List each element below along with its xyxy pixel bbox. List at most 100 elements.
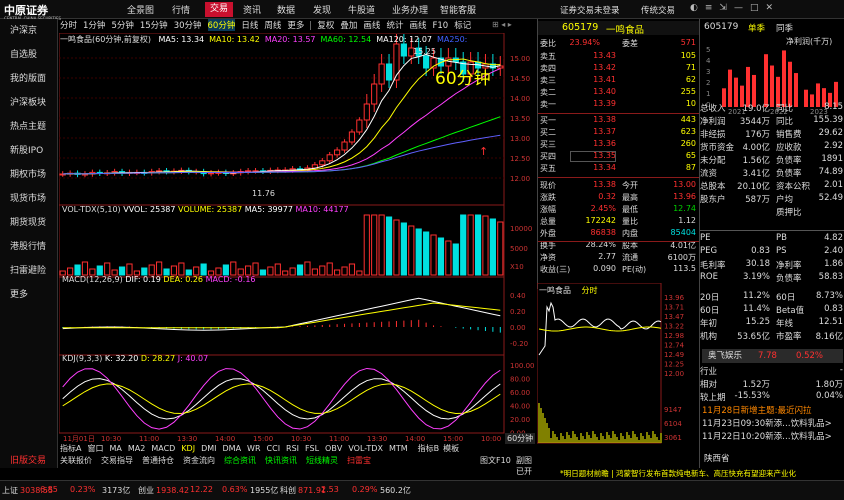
toolbar-item-4[interactable]: 30分钟 [174,19,202,31]
bottom-right-1[interactable]: 副图已开 [516,455,535,477]
index-stat-3[interactable]: 3173亿 [102,485,130,496]
menu-7[interactable]: 业务办理 [392,3,428,16]
menu-3[interactable]: 资讯 [243,3,261,16]
scale-icon[interactable]: ⇲ [719,3,734,13]
indicator-tab-1[interactable]: 窗口 [87,444,103,453]
sidebar-item-11[interactable]: 更多 [0,283,58,307]
index-stat-9[interactable]: 2.53 [321,485,339,494]
sidebar-item-6[interactable]: 期权市场 [0,163,58,187]
toolbar-item-0[interactable]: 分时 [60,19,77,31]
bottom-link-6[interactable]: 短线精灵 [306,456,338,465]
sidebar-item-8[interactable]: 期货现货 [0,211,58,235]
toolbar-item-6[interactable]: 日线 [241,19,258,31]
toolbar-item-14[interactable]: F10 [432,21,448,31]
bottom-link-3[interactable]: 资金流向 [183,456,215,465]
indicator-tab-14[interactable]: MTM [389,444,408,453]
index-stat-7[interactable]: 1955亿 [250,485,278,496]
rank-row: 相对 1.52万 1.80万 [700,378,844,391]
sidebar-item-12[interactable]: 旧版交易 [0,449,58,473]
indicator-tab-right-0[interactable]: 指标B [418,444,440,453]
index-stat-5[interactable]: 12.22 [190,485,213,494]
intraday-mini-chart[interactable]: 13.96 13.7113.47 13.2212.98 12.7412.49 12.25… [537,283,699,445]
valuation-row-value-2: 1.86 [824,259,843,269]
sidebar-item-5[interactable]: 新股IPO [0,139,58,163]
sidebar-item-2[interactable]: 我的版面 [0,67,58,91]
toolbar-item-12[interactable]: 统计 [386,19,403,31]
toolbar-item-5[interactable]: 60分钟 [207,19,236,31]
index-stat-10[interactable]: 0.29% [352,485,377,494]
skin-icon[interactable]: ◐ [690,3,705,13]
indicator-tab-4[interactable]: MACD [151,444,175,453]
f10-tab-same[interactable]: 同季 [776,22,793,34]
index-stat-8[interactable]: 科创 871.91 [280,485,326,496]
toolbar-item-13[interactable]: 画线 [409,19,426,31]
toolbar-item-1[interactable]: 1分钟 [83,19,105,31]
toolbar-item-15[interactable]: 标记 [454,19,471,31]
toolbar-item-11[interactable]: 画线 [363,19,380,31]
menu-5[interactable]: 发现 [313,3,331,16]
bottom-right-0[interactable]: 图文F10 [480,455,511,466]
buy-volume: 65 [685,151,696,160]
index-stat-4[interactable]: 创业 1938.42 [138,485,189,496]
indicator-tab-8[interactable]: WR [247,444,260,453]
menu-1[interactable]: 行情 [172,3,190,16]
news-item-0[interactable]: 11月28日新增主题:最近闪拉 [702,404,812,416]
index-stat-6[interactable]: 0.63% [222,485,247,494]
close-icon[interactable]: ✕ [765,3,780,13]
indicator-tab-right-1[interactable]: 模板 [443,444,459,453]
profit-bar [770,65,774,107]
bottom-link-2[interactable]: 普通持仓 [142,456,174,465]
related-stock-row[interactable]: 奥飞娱乐 7.78 0.52% [702,349,843,363]
bottom-link-1[interactable]: 交易指导 [101,456,133,465]
index-stat-1[interactable]: 6.85 [40,485,58,494]
menu-6[interactable]: 牛股道 [348,3,375,16]
toolbar-arrows[interactable]: ⊞ ◂ ▸ [492,20,512,29]
indicator-tab-9[interactable]: CCI [267,444,281,453]
indicator-tab-13[interactable]: VOL-TDX [348,444,383,453]
indicator-tab-3[interactable]: MA2 [128,444,145,453]
toolbar-item-10[interactable]: 叠加 [340,19,357,31]
toolbar-item-9[interactable]: 复权 [317,19,334,31]
indicator-tab-0[interactable]: 指标A [60,444,81,453]
sidebar-item-1[interactable]: 自选股 [0,43,58,67]
indicator-tab-12[interactable]: ОВV [325,444,342,453]
indicator-tab-2[interactable]: MA [109,444,121,453]
menu-2[interactable]: 交易 [205,2,234,17]
menu-icon[interactable]: ≡ [705,3,720,13]
bottom-link-7[interactable]: 扫雷宝 [347,456,371,465]
bottom-link-0[interactable]: 关联报价 [60,456,92,465]
menu-8[interactable]: 智能客服 [440,3,476,16]
indicator-tab-6[interactable]: DMI [201,444,216,453]
index-stat-11[interactable]: 560.2亿 [380,485,411,496]
bottom-link-4[interactable]: 综合资讯 [224,456,256,465]
indicator-tab-11[interactable]: FSL [305,444,319,453]
toolbar-item-8[interactable]: 更多 [287,19,304,31]
news-item-2[interactable]: 11月22日10:20新添…饮料乳品> [702,430,832,442]
menu-4[interactable]: 数据 [277,3,295,16]
maximize-icon[interactable]: □ [750,3,766,13]
news-item-1[interactable]: 11月23日09:30新添…饮料乳品> [702,417,832,429]
sidebar-item-10[interactable]: 扫雷避险 [0,259,58,283]
minimize-icon[interactable]: — [734,3,750,13]
bottom-link-5[interactable]: 快讯资讯 [265,456,297,465]
trade-mode[interactable]: 传统交易 [641,4,675,16]
sidebar-item-9[interactable]: 港股行情 [0,235,58,259]
sidebar-item-0[interactable]: 沪深京 [0,19,58,43]
news-ticker[interactable]: *明日题材前瞻 | 鸿蒙智行发布首款纯电新车、高压快充有望迎来产业化 [560,468,844,479]
indicator-tab-7[interactable]: DMA [223,444,242,453]
sidebar-item-7[interactable]: 现货市场 [0,187,58,211]
indicator-tab-10[interactable]: RSI [286,444,299,453]
sidebar-item-4[interactable]: 热点主题 [0,115,58,139]
toolbar-item-2[interactable]: 5分钟 [111,19,133,31]
sidebar-item-3[interactable]: 沪深板块 [0,91,58,115]
login-status[interactable]: 证券交易未登录 [560,4,620,16]
f10-tab-single[interactable]: 单季 [748,22,765,34]
toolbar-item-3[interactable]: 15分钟 [140,19,168,31]
index-stat-2[interactable]: 0.23% [70,485,95,494]
window-controls[interactable]: ◐≡⇲—□✕ [690,3,780,13]
kline-chart-area[interactable]: 15.00 14.50 14.00 13.50 13.00 12.50 12.00 ↑ 1000… [59,33,537,443]
menu-0[interactable]: 全景图 [127,3,154,16]
indicator-tab-5[interactable]: KDJ [181,444,195,453]
toolbar-item-7[interactable]: 周线 [264,19,281,31]
sell-price: 13.39 [593,99,616,108]
